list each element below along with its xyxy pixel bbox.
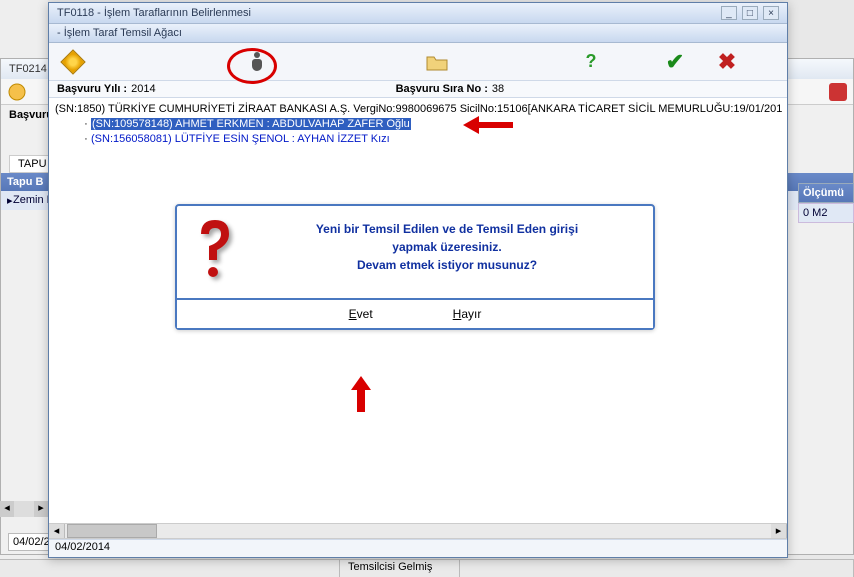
help-icon[interactable]: ? — [579, 50, 603, 74]
tree-root[interactable]: (SN:1850) TÜRKİYE CUMHURİYETİ ZİRAAT BAN… — [55, 102, 781, 117]
main-titlebar[interactable]: TF0118 - İşlem Taraflarının Belirlenmesi… — [49, 3, 787, 24]
info-row: Başvuru Yılı : 2014 Başvuru Sıra No : 38 — [49, 81, 787, 98]
question-icon — [189, 216, 239, 286]
confirm-dialog: Yeni bir Temsil Edilen ve de Temsil Eden… — [175, 204, 655, 330]
window-status-date: 04/02/2014 — [49, 539, 787, 557]
year-label: Başvuru Yılı : — [57, 83, 127, 95]
tree-view[interactable]: (SN:1850) TÜRKİYE CUMHURİYETİ ZİRAAT BAN… — [49, 98, 787, 151]
sub-title: - İşlem Taraf Temsil Ağacı — [49, 24, 787, 43]
year-value: 2014 — [131, 83, 155, 95]
back-hscroll[interactable]: ◂▸ — [0, 501, 48, 517]
no-button[interactable]: Hayır — [443, 305, 492, 323]
grid-cell-olcumu: 0 M2 — [798, 203, 854, 223]
status-bar: Temsilcisi Gelmiş — [0, 559, 854, 577]
main-window: TF0118 - İşlem Taraflarının Belirlenmesi… — [48, 2, 788, 558]
grid-col-olcumu: Ölçümü — [798, 183, 854, 203]
status-text: Temsilcisi Gelmiş — [340, 560, 460, 577]
folder-icon[interactable] — [425, 50, 449, 74]
dialog-message: Yeni bir Temsil Edilen ve de Temsil Eden… — [253, 216, 641, 286]
person-icon[interactable] — [245, 50, 269, 74]
ok-icon[interactable]: ✔ — [663, 50, 687, 74]
tree-item-selected[interactable]: ·(SN:109578148) AHMET ERKMEN : ABDULVAHA… — [81, 117, 781, 132]
annotation-arrow-up — [351, 376, 371, 416]
app-logo-icon — [7, 82, 27, 102]
maximize-icon[interactable]: □ — [742, 6, 758, 20]
grid-right-fragment: Ölçümü 0 M2 — [798, 183, 854, 223]
tree-item[interactable]: ·(SN:156058081) LÜTFİYE ESİN ŞENOL : AYH… — [81, 132, 781, 147]
minimize-icon[interactable]: _ — [721, 6, 737, 20]
sira-value: 38 — [492, 83, 504, 95]
hscrollbar[interactable]: ◂▸ — [49, 523, 787, 539]
close-icon[interactable] — [829, 83, 847, 101]
close-icon[interactable]: × — [763, 6, 779, 20]
main-title: TF0118 - İşlem Taraflarının Belirlenmesi — [57, 7, 251, 19]
sira-label: Başvuru Sıra No : — [396, 83, 488, 95]
window-controls[interactable]: _ □ × — [719, 6, 779, 20]
yes-button[interactable]: Evet — [339, 305, 383, 323]
diamond-icon[interactable] — [61, 50, 85, 74]
main-toolbar: ? ✔ ✖ — [49, 43, 787, 81]
cancel-icon[interactable]: ✖ — [715, 50, 739, 74]
